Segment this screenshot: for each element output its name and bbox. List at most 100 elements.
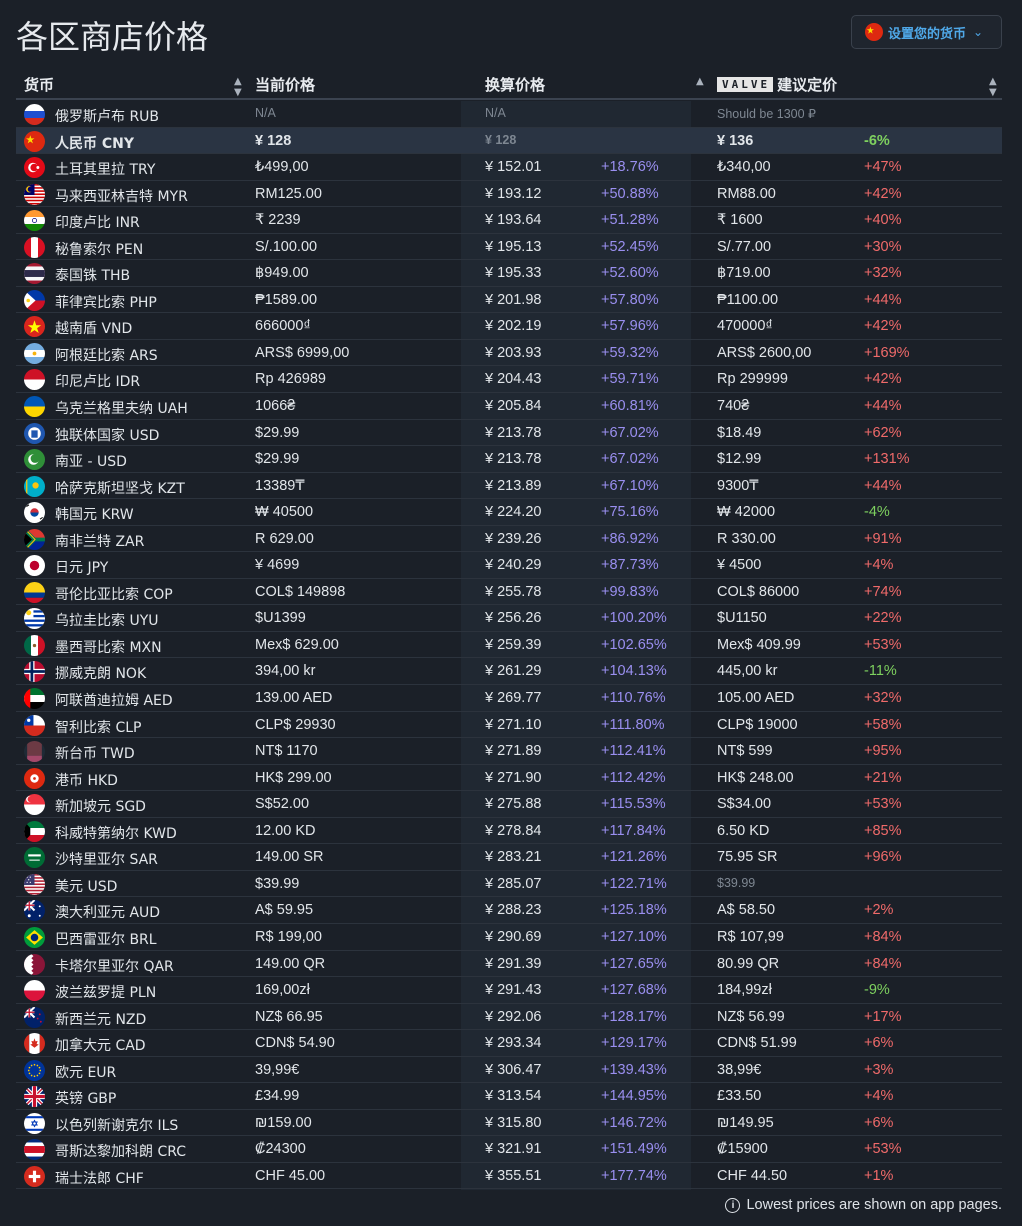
current-price: ₪159.00 bbox=[255, 1114, 312, 1131]
converted-price: ¥ 202.19 bbox=[485, 318, 542, 335]
currency-name[interactable]: 澳大利亚元 AUD bbox=[55, 902, 160, 922]
currency-name[interactable]: 英镑 GBP bbox=[55, 1088, 116, 1108]
suggested-diff: +91% bbox=[864, 530, 902, 547]
currency-name[interactable]: 智利比索 CLP bbox=[55, 717, 141, 737]
currency-name[interactable]: 科威特第纳尔 KWD bbox=[55, 823, 177, 843]
suggested-price: 740₴ bbox=[717, 398, 750, 415]
currency-name[interactable]: 巴西雷亚尔 BRL bbox=[55, 929, 157, 949]
sort-ascending-icon[interactable]: ▲ bbox=[696, 76, 704, 87]
suggested-price: HK$ 248.00 bbox=[717, 769, 794, 786]
flag-jp-icon bbox=[24, 555, 45, 577]
currency-name[interactable]: 阿联酋迪拉姆 AED bbox=[55, 690, 173, 710]
currency-name[interactable]: 韩国元 KRW bbox=[55, 504, 134, 524]
suggested-price: S$34.00 bbox=[717, 796, 772, 813]
table-row: 哥斯达黎加科朗 CRC ₡24300 ¥ 321.91 +151.49% ₡15900 +… bbox=[16, 1136, 1002, 1163]
table-row: 瑞士法郎 CHF CHF 45.00 ¥ 355.51 +177.74% CHF 44.… bbox=[16, 1163, 1002, 1190]
converted-price: ¥ 271.90 bbox=[485, 769, 542, 786]
flag-eu-icon bbox=[24, 1059, 45, 1081]
currency-name[interactable]: 以色列新谢克尔 ILS bbox=[55, 1115, 178, 1135]
flag-kz-icon bbox=[24, 475, 45, 497]
currency-name[interactable]: 波兰兹罗提 PLN bbox=[55, 982, 156, 1002]
converted-diff: +52.60% bbox=[601, 265, 659, 282]
currency-name[interactable]: 加拿大元 CAD bbox=[55, 1035, 146, 1055]
china-flag-icon bbox=[865, 23, 883, 41]
currency-name[interactable]: 挪威克朗 NOK bbox=[55, 663, 146, 683]
suggested-price: Rp 299999 bbox=[717, 371, 788, 388]
column-header-suggested-price[interactable]: VALVE 建议定价 bbox=[717, 74, 837, 95]
currency-name[interactable]: 马来西亚林吉特 MYR bbox=[55, 186, 188, 206]
set-currency-button[interactable]: 设置您的货币 ⌄ bbox=[851, 15, 1002, 49]
converted-price: ¥ 313.54 bbox=[485, 1088, 542, 1105]
currency-name[interactable]: 哥伦比亚比索 COP bbox=[55, 584, 173, 604]
currency-name[interactable]: 日元 JPY bbox=[55, 557, 108, 577]
suggested-price: $U1150 bbox=[717, 610, 767, 627]
currency-name[interactable]: 新台币 TWD bbox=[55, 743, 135, 763]
suggested-diff: +53% bbox=[864, 796, 902, 813]
converted-diff: +59.32% bbox=[601, 344, 659, 361]
currency-name[interactable]: 土耳其里拉 TRY bbox=[55, 159, 155, 179]
currency-name[interactable]: 秘鲁索尔 PEN bbox=[55, 239, 143, 259]
currency-name[interactable]: 乌拉圭比索 UYU bbox=[55, 610, 159, 630]
converted-price: ¥ 271.89 bbox=[485, 743, 542, 760]
converted-price: ¥ 195.13 bbox=[485, 238, 542, 255]
currency-name[interactable]: 人民币 CNY bbox=[55, 133, 134, 153]
converted-diff: +121.26% bbox=[601, 849, 667, 866]
currency-name[interactable]: 印尼卢比 IDR bbox=[55, 371, 140, 391]
converted-price: ¥ 128 bbox=[485, 132, 517, 147]
currency-name[interactable]: 美元 USD bbox=[55, 876, 117, 896]
current-price: ₱1589.00 bbox=[255, 291, 318, 308]
currency-name[interactable]: 南非兰特 ZAR bbox=[55, 531, 144, 551]
currency-name[interactable]: 瑞士法郎 CHF bbox=[55, 1168, 144, 1188]
current-price: $39.99 bbox=[255, 875, 300, 892]
table-row: 欧元 EUR 39,99€ ¥ 306.47 +139.43% 38,99€ +3% bbox=[16, 1057, 1002, 1084]
current-price: $29.99 bbox=[255, 451, 300, 468]
currency-name[interactable]: 泰国铢 THB bbox=[55, 265, 130, 285]
suggested-price: NT$ 599 bbox=[717, 743, 773, 760]
sort-icon[interactable]: ▲ ▼ bbox=[989, 76, 997, 98]
currency-name[interactable]: 乌克兰格里夫纳 UAH bbox=[55, 398, 188, 418]
currency-name[interactable]: 哈萨克斯坦坚戈 KZT bbox=[55, 478, 185, 498]
currency-name[interactable]: 墨西哥比索 MXN bbox=[55, 637, 162, 657]
currency-name[interactable]: 阿根廷比索 ARS bbox=[55, 345, 158, 365]
current-price: R 629.00 bbox=[255, 530, 314, 547]
suggested-diff: +44% bbox=[864, 291, 902, 308]
currency-name[interactable]: 新加坡元 SGD bbox=[55, 796, 146, 816]
table-row: 美元 USD $39.99 ¥ 285.07 +122.71% $39.99 bbox=[16, 871, 1002, 898]
currency-name[interactable]: 欧元 EUR bbox=[55, 1062, 116, 1082]
currency-name[interactable]: 沙特里亚尔 SAR bbox=[55, 849, 158, 869]
converted-price: ¥ 224.20 bbox=[485, 504, 542, 521]
table-row: 新台币 TWD NT$ 1170 ¥ 271.89 +112.41% NT$ 599 +9… bbox=[16, 738, 1002, 765]
converted-price: ¥ 292.06 bbox=[485, 1008, 542, 1025]
suggested-price-label: 建议定价 bbox=[777, 76, 838, 94]
converted-price: ¥ 201.98 bbox=[485, 291, 542, 308]
sort-icon[interactable]: ▲ ▼ bbox=[234, 76, 242, 98]
suggested-diff: +42% bbox=[864, 185, 902, 202]
currency-name[interactable]: 越南盾 VND bbox=[55, 318, 132, 338]
currency-name[interactable]: 卡塔尔里亚尔 QAR bbox=[55, 956, 174, 976]
column-header-current-price[interactable]: 当前价格 bbox=[255, 74, 315, 95]
converted-diff: +115.53% bbox=[601, 796, 666, 813]
suggested-diff: +131% bbox=[864, 451, 910, 468]
current-price: 1066₴ bbox=[255, 398, 296, 415]
column-header-currency[interactable]: 货币 bbox=[24, 74, 54, 95]
currency-name[interactable]: 港币 HKD bbox=[55, 770, 118, 790]
table-row: 乌拉圭比索 UYU $U1399 ¥ 256.26 +100.20% $U1150 +22… bbox=[16, 605, 1002, 632]
currency-name[interactable]: 哥斯达黎加科朗 CRC bbox=[55, 1141, 186, 1161]
table-row: 英镑 GBP £34.99 ¥ 313.54 +144.95% £33.50 +4% bbox=[16, 1083, 1002, 1110]
currency-name[interactable]: 菲律宾比索 PHP bbox=[55, 292, 157, 312]
table-row: 卡塔尔里亚尔 QAR 149.00 QR ¥ 291.39 +127.65% 80.99… bbox=[16, 951, 1002, 978]
currency-name[interactable]: 印度卢比 INR bbox=[55, 212, 140, 232]
currency-name[interactable]: 南亚 - USD bbox=[55, 451, 127, 471]
currency-name[interactable]: 新西兰元 NZD bbox=[55, 1009, 146, 1029]
converted-price: N/A bbox=[485, 106, 506, 120]
suggested-diff: +169% bbox=[864, 344, 910, 361]
currency-name[interactable]: 独联体国家 USD bbox=[55, 425, 159, 445]
suggested-price: R$ 107,99 bbox=[717, 928, 784, 945]
column-header-converted-price[interactable]: 换算价格 bbox=[485, 74, 545, 95]
converted-price: ¥ 269.77 bbox=[485, 690, 542, 707]
current-price: 149.00 QR bbox=[255, 955, 326, 972]
table-row: 墨西哥比索 MXN Mex$ 629.00 ¥ 259.39 +102.65% Mex$… bbox=[16, 632, 1002, 659]
currency-name[interactable]: 俄罗斯卢布 RUB bbox=[55, 106, 159, 126]
suggested-diff: -6% bbox=[864, 132, 890, 149]
flag-in-icon bbox=[24, 210, 45, 232]
